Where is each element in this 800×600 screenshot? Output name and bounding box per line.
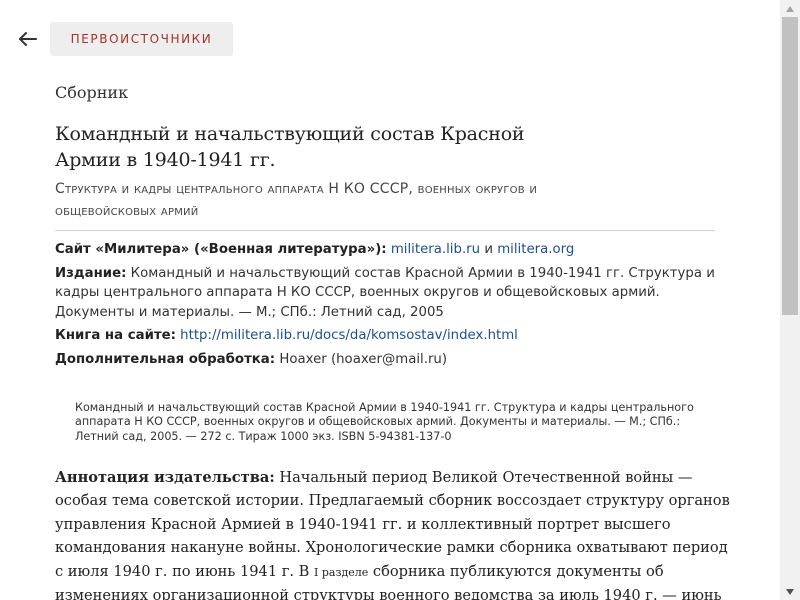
section-chip-label: ПЕРВОИСТОЧНИКИ [70,32,213,46]
bibliographic-note: Командный и начальствующий состав Красно… [75,401,694,443]
book-meta: Сайт «Милитера» («Военная литература»): … [55,240,727,373]
meta-processing: Дополнительная обработка: Hoaxer (hoaxer… [55,350,727,370]
section-chip-primary-sources[interactable]: ПЕРВОИСТОЧНИКИ [50,22,233,56]
meta-book-label: Книга на сайте: [55,328,176,343]
book-kind: Сборник [55,83,129,102]
meta-site-label: Сайт «Милитера» («Военная литература»): [55,242,387,257]
site-link-org[interactable]: militera.org [497,242,574,257]
book-title: Командный и начальствующий состав Красно… [55,123,525,171]
meta-edition-label: Издание: [55,265,127,281]
meta-edition: Издание: Командный и начальствующий сост… [55,264,727,323]
meta-site: Сайт «Милитера» («Военная литература»): … [55,240,727,260]
scroll-up-arrow-icon [786,5,794,12]
divider [55,230,715,231]
site-link-lib[interactable]: militera.lib.ru [391,242,480,257]
annotation-lead: Аннотация издательства: [55,469,275,486]
back-button[interactable] [17,28,39,50]
scroll-up-button[interactable] [780,0,800,17]
scroll-down-button[interactable] [780,583,800,600]
annotation: Аннотация издательства: Начальный период… [55,466,735,600]
meta-and: и [484,242,493,257]
vertical-scrollbar[interactable] [780,0,800,600]
annotation-small: I разделе [314,565,369,579]
page-content: ПЕРВОИСТОЧНИКИ Сборник Командный и начал… [0,0,780,600]
meta-book: Книга на сайте: http://militera.lib.ru/d… [55,326,727,346]
book-subtitle: Структура и кадры центрального аппарата … [55,181,538,219]
meta-processing-text: Hoaxer (hoaxer@mail.ru) [279,351,448,367]
meta-processing-label: Дополнительная обработка: [55,351,276,367]
book-link[interactable]: http://militera.lib.ru/docs/da/komsostav… [180,328,518,343]
scroll-down-arrow-icon [786,588,794,595]
scrollbar-thumb[interactable] [782,17,798,315]
meta-edition-text: Командный и начальствующий состав Красно… [55,265,715,320]
arrow-left-icon [19,32,37,46]
